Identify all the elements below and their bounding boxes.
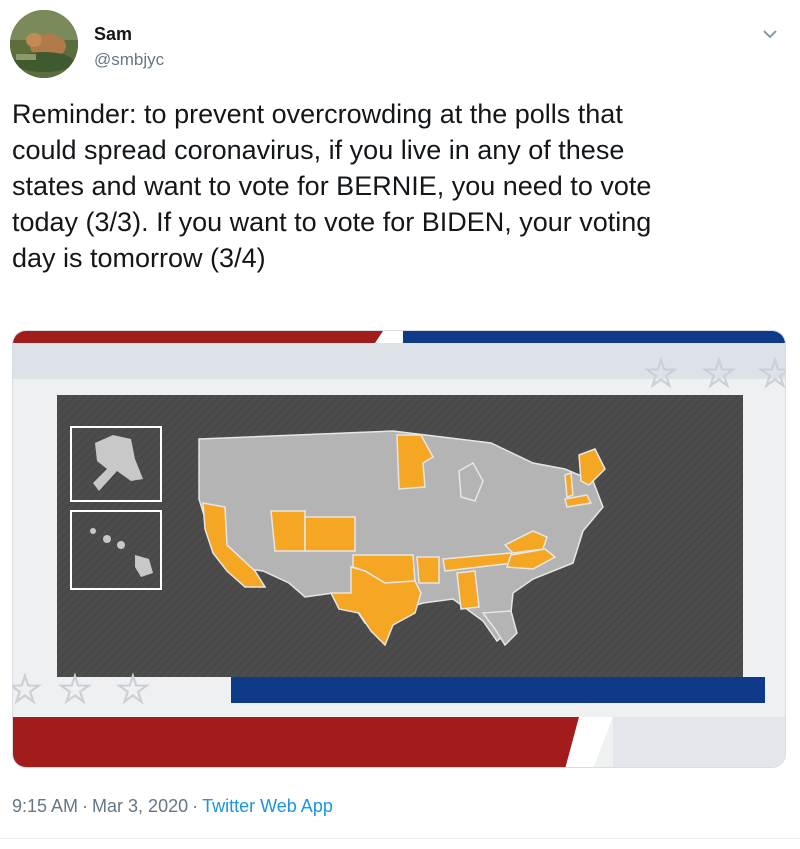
top-red-stripe	[13, 331, 383, 343]
bottom-blue-bar	[231, 677, 765, 703]
tweet-text: Reminder: to prevent overcrowding at the…	[12, 99, 652, 273]
state-colorado	[304, 516, 356, 552]
star-icon: ☆	[701, 352, 737, 396]
state-arkansas	[416, 556, 440, 584]
state-utah	[270, 510, 306, 552]
divider	[0, 838, 800, 839]
meta-separator: ·	[192, 796, 199, 816]
avatar[interactable]	[10, 10, 78, 78]
author-handle[interactable]: @smbjyc	[94, 50, 164, 70]
author-name[interactable]: Sam	[94, 24, 132, 45]
state-alabama	[456, 570, 480, 610]
avatar-image	[10, 10, 78, 78]
tweet-meta: 9:15 AM · Mar 3, 2020 · Twitter Web App	[12, 796, 333, 817]
tweet-source-link[interactable]: Twitter Web App	[202, 796, 333, 816]
star-icon: ☆	[57, 668, 93, 712]
chevron-down-icon[interactable]	[760, 26, 780, 42]
tweet-date[interactable]: Mar 3, 2020	[92, 796, 188, 816]
star-icon: ☆	[115, 668, 151, 712]
meta-separator: ·	[82, 796, 89, 816]
tweet-time[interactable]: 9:15 AM	[12, 796, 78, 816]
election-map-image: ☆ ☆ ☆ ☆	[13, 331, 786, 767]
tweet-header: Sam @smbjyc	[10, 10, 790, 80]
bottom-red-bar	[13, 717, 579, 767]
star-icon: ☆	[757, 352, 786, 396]
tweet-media[interactable]: ☆ ☆ ☆ ☆	[12, 330, 786, 768]
star-icon: ☆	[643, 352, 679, 396]
star-icon: ☆	[13, 668, 43, 712]
top-blue-stripe	[403, 331, 785, 343]
state-vermont	[564, 471, 574, 499]
